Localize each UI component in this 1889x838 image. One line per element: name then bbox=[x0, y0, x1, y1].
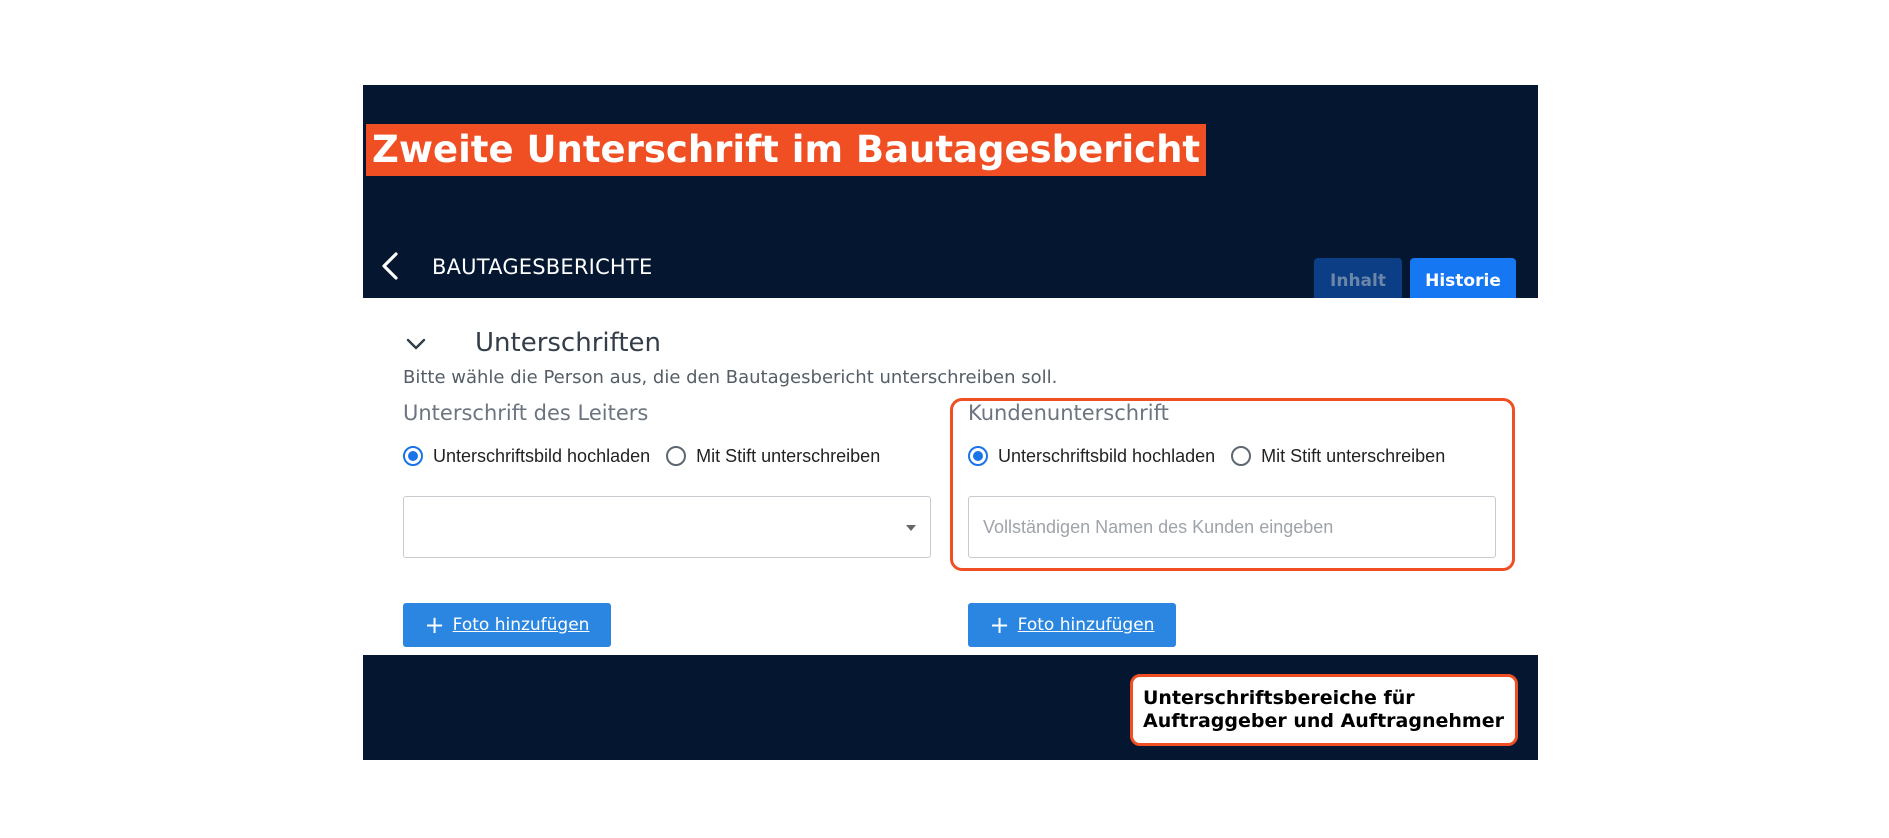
customer-radio-pen-label: Mit Stift unterschreiben bbox=[1261, 446, 1446, 466]
chevron-down-icon bbox=[406, 338, 426, 350]
section-title: Unterschriften bbox=[475, 328, 661, 358]
annotation-callout: Unterschriftsbereiche für Auftraggeber u… bbox=[1130, 674, 1518, 746]
customer-name-input[interactable] bbox=[968, 496, 1496, 558]
screenshot-frame: Zweite Unterschrift im Bautagesbericht B… bbox=[363, 85, 1538, 760]
leader-person-select[interactable] bbox=[403, 496, 931, 558]
section-toggle-button[interactable] bbox=[405, 336, 427, 352]
chevron-left-icon bbox=[382, 252, 398, 280]
leader-radio-group: Unterschriftsbild hochladen Mit Stift un… bbox=[403, 444, 896, 468]
leader-add-photo-button[interactable]: + Foto hinzufügen bbox=[403, 603, 611, 647]
plus-icon: + bbox=[989, 611, 1010, 639]
leader-add-photo-label: Foto hinzufügen bbox=[452, 615, 590, 635]
radio-unchecked-icon bbox=[1231, 446, 1252, 466]
leader-radio-pen-label: Mit Stift unterschreiben bbox=[696, 446, 881, 466]
headline-banner: Zweite Unterschrift im Bautagesbericht bbox=[366, 124, 1207, 176]
customer-radio-upload[interactable]: Unterschriftsbild hochladen bbox=[968, 444, 1215, 468]
signatures-panel: Unterschriften Bitte wähle die Person au… bbox=[363, 298, 1538, 655]
callout-line-2: Auftraggeber und Auftragnehmer bbox=[1143, 710, 1504, 732]
app-bar: BAUTAGESBERICHTE Inhalt Historie bbox=[363, 235, 1538, 304]
section-description: Bitte wähle die Person aus, die den Baut… bbox=[403, 367, 1058, 388]
customer-radio-group: Unterschriftsbild hochladen Mit Stift un… bbox=[968, 444, 1461, 468]
customer-signature-heading: Kundenunterschrift bbox=[968, 401, 1169, 425]
radio-checked-icon bbox=[403, 446, 423, 466]
plus-icon: + bbox=[424, 611, 445, 639]
leader-radio-upload-label: Unterschriftsbild hochladen bbox=[433, 446, 651, 466]
customer-add-photo-button[interactable]: + Foto hinzufügen bbox=[968, 603, 1176, 647]
callout-line-1: Unterschriftsbereiche für bbox=[1143, 687, 1415, 709]
page-title: BAUTAGESBERICHTE bbox=[432, 255, 653, 279]
radio-checked-icon bbox=[968, 446, 988, 466]
leader-radio-upload[interactable]: Unterschriftsbild hochladen bbox=[403, 444, 650, 468]
radio-unchecked-icon bbox=[666, 446, 687, 466]
customer-radio-upload-label: Unterschriftsbild hochladen bbox=[998, 446, 1216, 466]
leader-radio-pen[interactable]: Mit Stift unterschreiben bbox=[666, 444, 880, 468]
customer-radio-pen[interactable]: Mit Stift unterschreiben bbox=[1231, 444, 1445, 468]
back-button[interactable] bbox=[377, 251, 403, 281]
leader-signature-heading: Unterschrift des Leiters bbox=[403, 401, 649, 425]
customer-add-photo-label: Foto hinzufügen bbox=[1017, 615, 1155, 635]
caret-down-icon bbox=[906, 525, 916, 531]
